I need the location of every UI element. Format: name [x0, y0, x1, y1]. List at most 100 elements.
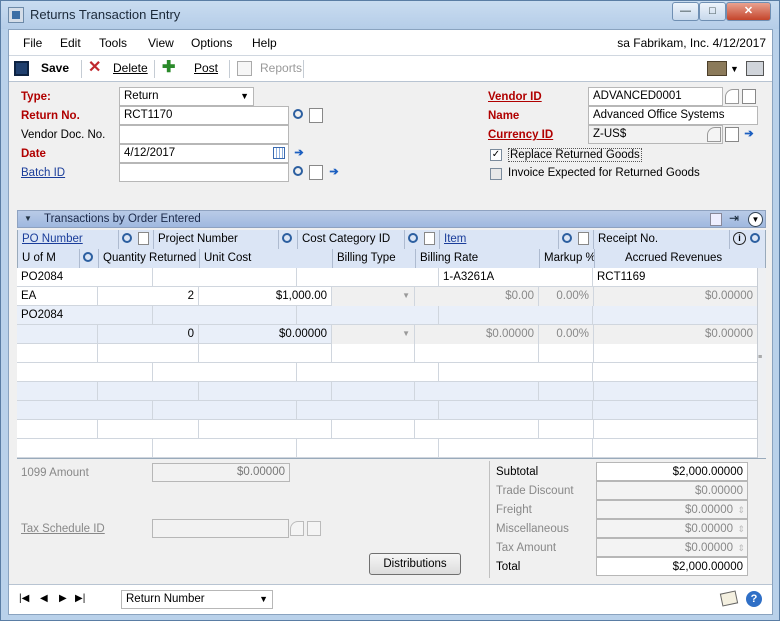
unit-cost-cell[interactable]: $0.00000: [199, 325, 332, 344]
billing-type-dropdown[interactable]: ▼: [332, 287, 415, 306]
tax-schedule-id-link[interactable]: Tax Schedule ID: [21, 523, 105, 535]
save-button[interactable]: Save: [41, 61, 69, 75]
note-icon[interactable]: [719, 590, 739, 607]
notes-menu-icon[interactable]: [707, 61, 727, 76]
print-icon[interactable]: [746, 61, 764, 76]
close-button[interactable]: ✕: [726, 2, 771, 21]
lookup-icon[interactable]: [293, 109, 303, 119]
menu-tools[interactable]: Tools: [99, 36, 127, 50]
date-field[interactable]: 4/12/2017: [119, 144, 289, 163]
post-button[interactable]: Post: [194, 61, 218, 75]
new-document-icon[interactable]: [742, 89, 756, 104]
currency-id-link[interactable]: Currency ID: [488, 129, 553, 141]
currency-id-field[interactable]: Z-US$: [588, 125, 723, 144]
lookup-icon[interactable]: [293, 166, 303, 176]
next-record-icon[interactable]: ▶: [59, 593, 67, 604]
type-dropdown[interactable]: Return ▼: [119, 87, 254, 106]
batch-id-field[interactable]: [119, 163, 289, 182]
total-label: Total: [496, 561, 521, 573]
uom-cell[interactable]: [17, 325, 98, 344]
chevron-down-icon[interactable]: ▼: [730, 64, 739, 74]
subtotal-label: Subtotal: [496, 466, 539, 478]
toolbar-separator: [303, 60, 304, 78]
menu-options[interactable]: Options: [191, 36, 232, 50]
project-number-cell[interactable]: [153, 306, 297, 325]
po-number-column[interactable]: PO Number: [18, 230, 119, 249]
item-column[interactable]: Item: [440, 230, 559, 249]
maximize-button[interactable]: □: [699, 2, 726, 21]
delete-icon: ✕: [88, 59, 102, 76]
vendor-doc-no-field[interactable]: [119, 125, 289, 144]
collapse-icon[interactable]: ▼: [24, 214, 32, 223]
expand-icon[interactable]: ▼: [748, 212, 763, 227]
qty-cell[interactable]: 2: [98, 287, 199, 306]
table-row[interactable]: 0 $0.00000 ▼ $0.00000 0.00% $0.00000: [17, 325, 757, 344]
delete-button[interactable]: Delete: [113, 61, 148, 75]
receipt-no-cell[interactable]: [593, 306, 757, 325]
freight-label: Freight: [496, 504, 532, 516]
new-document-icon[interactable]: [309, 165, 323, 180]
vendor-name-field[interactable]: Advanced Office Systems: [588, 106, 758, 125]
receipt-no-cell[interactable]: RCT1169: [593, 268, 757, 287]
sort-order-dropdown[interactable]: Return Number ▼: [121, 590, 273, 609]
invoice-expected-checkbox[interactable]: [490, 168, 502, 180]
menu-file[interactable]: File: [23, 36, 42, 50]
trade-discount-label: Trade Discount: [496, 485, 574, 497]
qty-cell[interactable]: 0: [98, 325, 199, 344]
qty-returned-column: Quantity Returned: [99, 249, 200, 268]
item-cell[interactable]: [439, 306, 593, 325]
item-cell[interactable]: 1-A3261A: [439, 268, 593, 287]
previous-record-icon[interactable]: ◀: [40, 593, 48, 604]
note-icon[interactable]: [710, 213, 722, 226]
help-icon[interactable]: ?: [746, 591, 762, 607]
accrued-revenues-cell: $0.00000: [594, 325, 757, 344]
menu-view[interactable]: View: [148, 36, 174, 50]
table-row[interactable]: [17, 401, 757, 420]
freight-field: $0.00000 ⇕: [596, 500, 748, 519]
cost-category-cell[interactable]: [297, 306, 439, 325]
table-row[interactable]: [17, 420, 757, 439]
first-record-icon[interactable]: |◀: [19, 593, 29, 604]
table-row[interactable]: PO2084: [17, 306, 757, 325]
markup-column: Markup %: [540, 249, 595, 268]
chevron-down-icon: ▼: [402, 329, 410, 338]
title-bar: Returns Transaction Entry — □ ✕: [1, 1, 779, 29]
return-no-field[interactable]: RCT1170: [119, 106, 289, 125]
distributions-button[interactable]: Distributions: [369, 553, 461, 575]
menu-bar: File Edit Tools View Options Help sa Fab…: [9, 30, 772, 56]
table-row[interactable]: [17, 382, 757, 401]
table-row[interactable]: [17, 363, 757, 382]
table-row[interactable]: [17, 439, 757, 458]
date-label: Date: [21, 148, 46, 160]
table-row[interactable]: EA 2 $1,000.00 ▼ $0.00 0.00% $0.00000: [17, 287, 757, 306]
po-number-cell[interactable]: PO2084: [17, 306, 153, 325]
lookup-icon[interactable]: [707, 127, 721, 142]
reports-button[interactable]: Reports: [260, 61, 302, 75]
arrow-right-icon[interactable]: ➔: [742, 127, 756, 142]
arrow-right-icon[interactable]: ➔: [327, 165, 341, 180]
grid-scrollbar[interactable]: ≡: [757, 268, 766, 458]
last-record-icon[interactable]: ▶|: [75, 593, 85, 604]
billing-type-dropdown[interactable]: ▼: [332, 325, 415, 344]
cost-category-cell[interactable]: [297, 268, 439, 287]
replace-returned-goods-checkbox[interactable]: ✓: [490, 149, 502, 161]
vendor-id-field[interactable]: ADVANCED0001: [588, 87, 723, 106]
new-document-icon[interactable]: [725, 127, 739, 142]
expand-arrow-icon: ⇕: [737, 505, 745, 515]
split-icon[interactable]: ⇥: [729, 211, 739, 225]
arrow-right-icon[interactable]: ➔: [292, 146, 306, 161]
menu-help[interactable]: Help: [252, 36, 277, 50]
vendor-id-link[interactable]: Vendor ID: [488, 91, 542, 103]
lookup-icon[interactable]: [725, 89, 739, 104]
minimize-button[interactable]: —: [672, 2, 699, 21]
po-number-cell[interactable]: PO2084: [17, 268, 153, 287]
project-number-cell[interactable]: [153, 268, 297, 287]
menu-edit[interactable]: Edit: [60, 36, 81, 50]
table-row[interactable]: [17, 344, 757, 363]
batch-id-link[interactable]: Batch ID: [21, 167, 65, 179]
unit-cost-cell[interactable]: $1,000.00: [199, 287, 332, 306]
uom-cell[interactable]: EA: [17, 287, 98, 306]
new-document-icon[interactable]: [309, 108, 323, 123]
table-row[interactable]: PO2084 1-A3261A RCT1169: [17, 268, 757, 287]
window-title: Returns Transaction Entry: [30, 7, 181, 22]
